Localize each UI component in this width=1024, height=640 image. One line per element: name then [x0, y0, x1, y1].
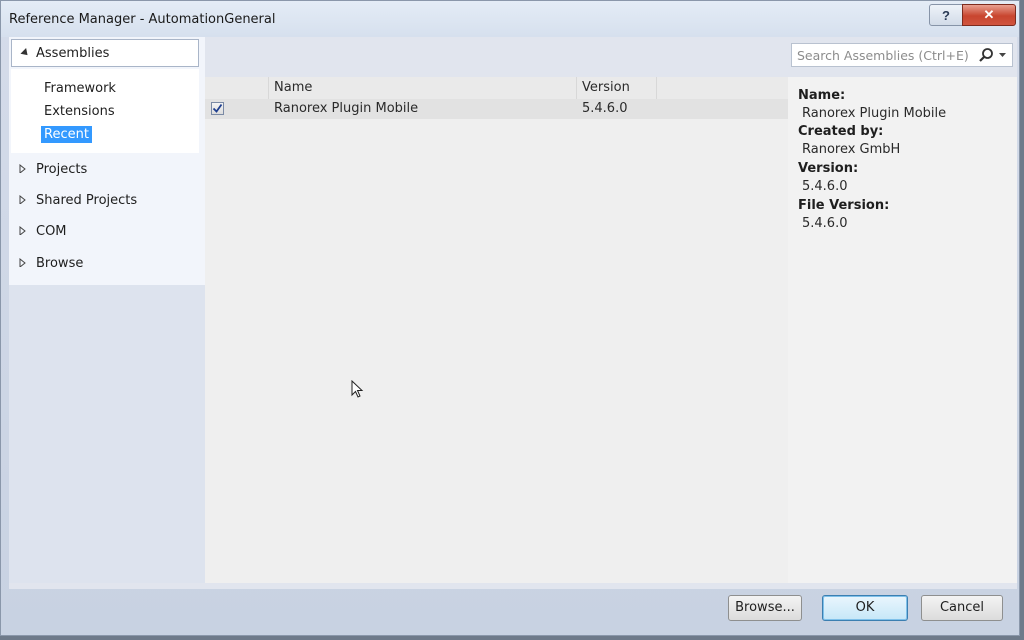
row-name: Ranorex Plugin Mobile — [274, 101, 419, 116]
search-input[interactable] — [792, 44, 982, 66]
details-name-value: Ranorex Plugin Mobile — [802, 106, 947, 121]
collapsed-arrow-icon — [19, 195, 26, 204]
assembly-list: Name Version Ranorex Plugin Mobile 5.4.6… — [205, 77, 788, 583]
nav-item-label: Assemblies — [36, 45, 110, 61]
column-header-version[interactable]: Version — [577, 77, 657, 99]
details-name-label: Name: — [798, 88, 846, 103]
nav-item-label: Projects — [36, 161, 88, 177]
nav-item-assemblies[interactable]: Assemblies — [11, 39, 199, 67]
close-button[interactable]: ✕ — [962, 4, 1016, 26]
window-title: Reference Manager - AutomationGeneral — [9, 12, 276, 27]
cancel-button[interactable]: Cancel — [921, 595, 1003, 621]
nav-item-browse[interactable]: Browse — [9, 251, 205, 275]
nav-subitem-extensions[interactable]: Extensions — [41, 103, 118, 120]
details-created-label: Created by: — [798, 124, 884, 139]
nav-item-label: Browse — [36, 255, 84, 271]
collapsed-arrow-icon — [19, 164, 26, 173]
dropdown-arrow-icon[interactable] — [999, 53, 1006, 58]
details-pane: Name: Ranorex Plugin Mobile Created by: … — [788, 77, 1017, 583]
search-icon[interactable] — [978, 47, 994, 63]
help-button[interactable]: ? — [929, 4, 963, 26]
details-version-value: 5.4.6.0 — [802, 179, 848, 194]
list-header: Name Version — [205, 77, 788, 100]
expanded-arrow-icon — [20, 48, 31, 58]
nav-item-shared-projects[interactable]: Shared Projects — [9, 188, 205, 212]
row-checkbox[interactable] — [211, 102, 224, 115]
nav-subitem-framework[interactable]: Framework — [41, 80, 119, 97]
search-box — [791, 43, 1013, 67]
browse-button[interactable]: Browse... — [728, 595, 802, 621]
details-created-value: Ranorex GmbH — [802, 142, 901, 157]
mouse-cursor-icon — [351, 380, 364, 398]
nav-item-com[interactable]: COM — [9, 219, 205, 243]
collapsed-arrow-icon — [19, 226, 26, 235]
assemblies-subitems: Framework Extensions Recent — [11, 69, 199, 153]
help-icon: ? — [942, 7, 950, 23]
column-header-check[interactable] — [205, 77, 269, 99]
details-version-label: Version: — [798, 161, 859, 176]
reference-manager-window: Reference Manager - AutomationGeneral ? … — [0, 0, 1020, 636]
column-header-name[interactable]: Name — [269, 77, 577, 99]
nav-item-label: COM — [36, 223, 67, 239]
close-icon: ✕ — [983, 7, 995, 22]
category-nav: Assemblies Framework Extensions Recent P… — [9, 37, 205, 583]
nav-item-projects[interactable]: Projects — [9, 157, 205, 181]
checkmark-icon — [212, 103, 223, 113]
nav-subitem-recent[interactable]: Recent — [41, 126, 92, 143]
collapsed-arrow-icon — [19, 258, 26, 267]
nav-item-label: Shared Projects — [36, 192, 138, 208]
details-file-version-value: 5.4.6.0 — [802, 216, 848, 231]
details-file-version-label: File Version: — [798, 198, 890, 213]
ok-button[interactable]: OK — [822, 595, 908, 621]
row-version: 5.4.6.0 — [582, 101, 628, 116]
title-bar[interactable]: Reference Manager - AutomationGeneral ? … — [1, 1, 1019, 37]
dialog-content: Assemblies Framework Extensions Recent P… — [9, 37, 1017, 589]
table-row[interactable]: Ranorex Plugin Mobile 5.4.6.0 — [205, 99, 788, 119]
